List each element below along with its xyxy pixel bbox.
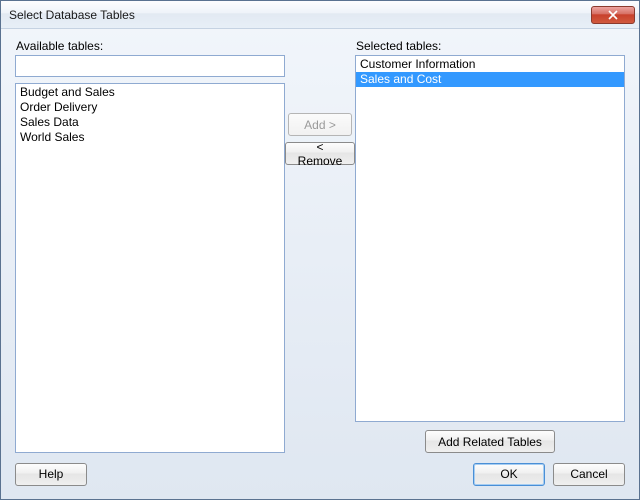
- close-icon: [608, 10, 618, 20]
- available-label: Available tables:: [15, 39, 285, 53]
- available-column: Available tables: Budget and SalesOrder …: [15, 39, 285, 453]
- transfer-buttons-column: Add > < Remove: [285, 39, 355, 453]
- selected-tables-listbox[interactable]: Customer InformationSales and Cost: [355, 55, 625, 422]
- dialog-footer: Help OK Cancel: [15, 453, 625, 487]
- add-related-tables-button[interactable]: Add Related Tables: [425, 430, 555, 453]
- list-item[interactable]: Budget and Sales: [16, 85, 284, 100]
- list-item[interactable]: Customer Information: [356, 57, 624, 72]
- add-button[interactable]: Add >: [288, 113, 352, 136]
- columns: Available tables: Budget and SalesOrder …: [15, 39, 625, 453]
- ok-button[interactable]: OK: [473, 463, 545, 486]
- selected-label: Selected tables:: [355, 39, 625, 53]
- remove-button[interactable]: < Remove: [285, 142, 355, 165]
- list-item[interactable]: World Sales: [16, 130, 284, 145]
- window-title: Select Database Tables: [9, 8, 591, 22]
- dialog-content: Available tables: Budget and SalesOrder …: [1, 29, 639, 499]
- list-item[interactable]: Sales Data: [16, 115, 284, 130]
- available-filter-input[interactable]: [15, 55, 285, 77]
- titlebar: Select Database Tables: [1, 1, 639, 29]
- selected-column: Selected tables: Customer InformationSal…: [355, 39, 625, 453]
- dialog-window: Select Database Tables Available tables:…: [0, 0, 640, 500]
- close-button[interactable]: [591, 6, 635, 24]
- available-tables-listbox[interactable]: Budget and SalesOrder DeliverySales Data…: [15, 83, 285, 453]
- below-selected-row: Add Related Tables: [355, 430, 625, 453]
- cancel-button[interactable]: Cancel: [553, 463, 625, 486]
- list-item[interactable]: Order Delivery: [16, 100, 284, 115]
- help-button[interactable]: Help: [15, 463, 87, 486]
- list-item[interactable]: Sales and Cost: [356, 72, 624, 87]
